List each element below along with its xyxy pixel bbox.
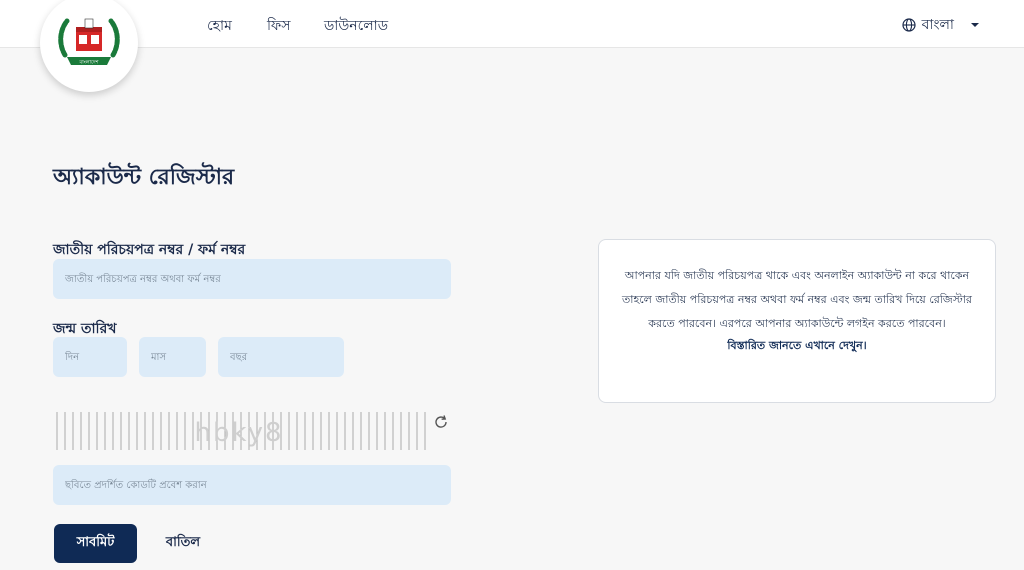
globe-icon <box>902 18 916 32</box>
cancel-button[interactable]: বাতিল <box>158 524 208 563</box>
info-text: আপনার যদি জাতীয় পরিচয়পত্র থাকে এবং অনল… <box>622 269 972 330</box>
caret-down-icon <box>971 23 979 27</box>
refresh-captcha-icon[interactable] <box>433 414 449 430</box>
language-selector[interactable]: বাংলা <box>902 13 980 37</box>
election-commission-logo[interactable]: বাংলাদেশ <box>40 0 138 92</box>
details-link[interactable]: বিস্তারিত জানতে এখানে দেখুন। <box>617 336 977 356</box>
info-panel: আপনার যদি জাতীয় পরিচয়পত্র থাকে এবং অনল… <box>598 239 996 403</box>
top-navbar: হোম ফিস ডাউনলোড বাংলা <box>0 0 1024 48</box>
language-label: বাংলা <box>921 17 954 33</box>
nav-download[interactable]: ডাউনলোড <box>324 14 388 38</box>
nid-input[interactable] <box>53 259 451 299</box>
page-title: অ্যাকাউন্ট রেজিস্টার <box>53 165 235 190</box>
submit-button[interactable]: সাবমিট <box>54 524 137 563</box>
captcha-input[interactable] <box>53 465 451 505</box>
ballot-box-emblem-icon: বাংলাদেশ <box>58 18 120 66</box>
nav-home[interactable]: হোম <box>207 14 232 38</box>
nav-fees[interactable]: ফিস <box>267 14 291 38</box>
captcha-code: hbky8 <box>194 418 283 448</box>
day-input[interactable] <box>53 337 127 377</box>
captcha-image: hbky8 <box>56 412 426 450</box>
month-input[interactable] <box>139 337 206 377</box>
logo-ribbon-text: বাংলাদেশ <box>78 60 99 66</box>
year-input[interactable] <box>218 337 344 377</box>
